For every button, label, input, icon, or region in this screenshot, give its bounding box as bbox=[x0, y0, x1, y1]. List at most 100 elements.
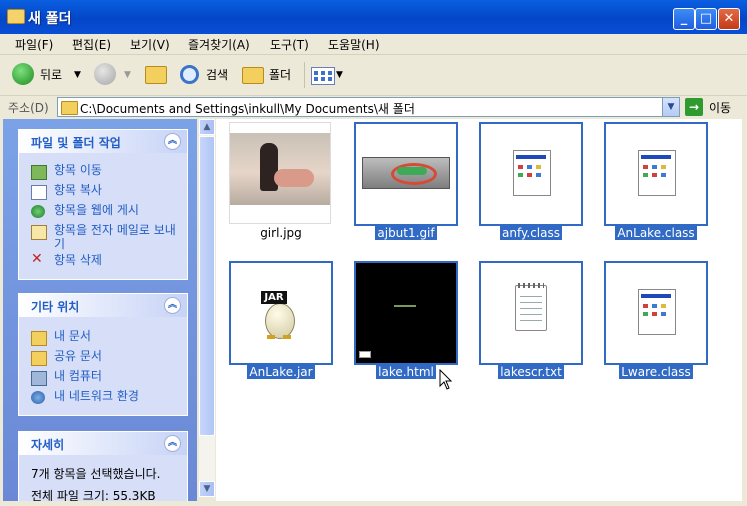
folders-button[interactable]: 폴더 bbox=[242, 62, 300, 88]
details-selected-text: 7개 항목을 선택했습니다. bbox=[31, 467, 161, 481]
forward-dropdown-icon[interactable]: ▼ bbox=[124, 62, 131, 88]
menu-edit[interactable]: 편집(E) bbox=[72, 36, 111, 53]
file-thumbnail bbox=[479, 122, 583, 226]
html-thumbnail-icon bbox=[394, 305, 416, 307]
place-label: 내 문서 bbox=[54, 329, 91, 343]
menu-view[interactable]: 보기(V) bbox=[130, 36, 170, 53]
minimize-button[interactable]: _ bbox=[673, 8, 695, 30]
scroll-thumb[interactable] bbox=[199, 136, 215, 436]
views-button[interactable]: ▼ bbox=[311, 62, 345, 88]
close-button[interactable]: ✕ bbox=[718, 8, 740, 30]
file-thumbnail bbox=[604, 122, 708, 226]
task-label: 항목 이동 bbox=[54, 163, 102, 177]
forward-button[interactable]: ▼ bbox=[94, 62, 134, 88]
folder-icon bbox=[31, 331, 47, 346]
jar-file-icon: JAR bbox=[259, 291, 299, 341]
details-total-size: 전체 파일 크기: 55.3KB bbox=[31, 489, 156, 501]
address-value: C:\Documents and Settings\inkull\My Docu… bbox=[80, 102, 415, 116]
go-arrow-icon[interactable]: → bbox=[685, 98, 703, 116]
maximize-button[interactable]: □ bbox=[695, 8, 717, 30]
file-folder-tasks-panel: 파일 및 폴더 작업 ︽ 항목 이동 항목 복사 항목을 웹에 게시 항목을 전… bbox=[18, 129, 188, 280]
file-item-lakescr-txt[interactable]: lakescr.txt bbox=[479, 261, 583, 379]
back-button-label: 뒤로 bbox=[40, 68, 63, 82]
panel-header[interactable]: 자세히 ︽ bbox=[19, 432, 187, 455]
class-file-icon bbox=[513, 150, 551, 196]
menu-favorites[interactable]: 즐겨찾기(A) bbox=[188, 36, 250, 53]
address-label: 주소(D) bbox=[8, 101, 49, 115]
file-thumbnail bbox=[354, 261, 458, 365]
file-item-lake-html[interactable]: lake.html bbox=[354, 261, 458, 379]
move-icon bbox=[31, 165, 47, 180]
gif-thumbnail-icon bbox=[362, 157, 450, 189]
file-item-lware-class[interactable]: Lware.class bbox=[604, 261, 708, 379]
collapse-chevron-icon[interactable]: ︽ bbox=[164, 435, 181, 452]
file-thumbnail bbox=[354, 122, 458, 226]
views-dropdown-icon: ▼ bbox=[336, 70, 343, 80]
maximize-icon: □ bbox=[699, 11, 713, 26]
window-title: 새 폴더 bbox=[28, 11, 72, 27]
panel-header[interactable]: 파일 및 폴더 작업 ︽ bbox=[19, 130, 187, 153]
views-icon bbox=[311, 67, 335, 85]
file-thumbnail bbox=[604, 261, 708, 365]
address-input[interactable]: C:\Documents and Settings\inkull\My Docu… bbox=[57, 97, 680, 117]
computer-icon bbox=[31, 371, 47, 386]
forward-arrow-icon bbox=[94, 63, 116, 85]
place-label: 내 컴퓨터 bbox=[54, 369, 102, 383]
file-label: anfy.class bbox=[500, 226, 562, 240]
vertical-scrollbar[interactable]: ▲ ▼ bbox=[199, 119, 215, 497]
mouse-pointer-icon bbox=[439, 369, 453, 390]
file-label: AnLake.class bbox=[615, 226, 697, 240]
task-label: 항목 삭제 bbox=[54, 253, 102, 267]
title-bar[interactable]: 새 폴더 _ □ ✕ bbox=[0, 0, 747, 34]
panel-header[interactable]: 기타 위치 ︽ bbox=[19, 294, 187, 317]
file-item-anlake-jar[interactable]: JAR AnLake.jar bbox=[229, 261, 333, 379]
go-button[interactable]: 이동 bbox=[709, 99, 731, 116]
jpg-thumbnail-icon bbox=[230, 133, 330, 205]
file-label: Lware.class bbox=[619, 365, 693, 379]
collapse-chevron-icon[interactable]: ︽ bbox=[164, 297, 181, 314]
address-dropdown-icon[interactable]: ▼ bbox=[662, 98, 679, 116]
task-label: 항목 복사 bbox=[54, 183, 102, 197]
search-button[interactable]: 검색 bbox=[178, 62, 236, 88]
search-icon bbox=[180, 65, 199, 84]
file-item-anfy-class[interactable]: anfy.class bbox=[479, 122, 583, 240]
collapse-chevron-icon[interactable]: ︽ bbox=[164, 133, 181, 150]
folder-icon bbox=[31, 351, 47, 366]
panel-title: 파일 및 폴더 작업 bbox=[31, 136, 121, 150]
text-file-icon bbox=[515, 283, 547, 331]
details-panel: 자세히 ︽ 7개 항목을 선택했습니다. 전체 파일 크기: 55.3KB bbox=[18, 431, 188, 501]
menu-bar: 파일(F) 편집(E) 보기(V) 즐겨찾기(A) 도구(T) 도움말(H) bbox=[0, 34, 747, 86]
delete-x-icon: ✕ bbox=[31, 251, 43, 267]
file-label: ajbut1.gif bbox=[375, 226, 437, 240]
other-places-panel: 기타 위치 ︽ 내 문서 공유 문서 내 컴퓨터 내 네트워크 환경 bbox=[18, 293, 188, 416]
close-icon: ✕ bbox=[723, 11, 735, 26]
explorer-window: 새 폴더 _ □ ✕ 파일(F) 편집(E) 보기(V) 즐겨찾기(A) 도구(… bbox=[0, 0, 747, 506]
email-icon bbox=[31, 225, 47, 240]
panel-title: 자세히 bbox=[31, 438, 65, 452]
menu-file[interactable]: 파일(F) bbox=[15, 36, 53, 53]
copy-icon bbox=[31, 185, 47, 200]
up-folder-button[interactable] bbox=[143, 62, 167, 88]
minimize-icon: _ bbox=[680, 11, 688, 26]
file-thumbnail bbox=[479, 261, 583, 365]
folders-button-label: 폴더 bbox=[269, 68, 292, 82]
scroll-up-icon[interactable]: ▲ bbox=[199, 119, 215, 135]
back-dropdown-icon[interactable]: ▼ bbox=[74, 62, 81, 88]
file-thumbnail bbox=[229, 122, 331, 224]
file-item-girl-jpg[interactable]: girl.jpg bbox=[229, 122, 333, 240]
file-item-ajbut1-gif[interactable]: ajbut1.gif bbox=[354, 122, 458, 240]
folder-icon bbox=[61, 101, 78, 115]
scroll-down-icon[interactable]: ▼ bbox=[199, 481, 215, 497]
file-thumbnail: JAR bbox=[229, 261, 333, 365]
file-label: lakescr.txt bbox=[498, 365, 564, 379]
back-arrow-icon bbox=[12, 63, 34, 85]
file-item-anlake-class[interactable]: AnLake.class bbox=[604, 122, 708, 240]
toolbar: 뒤로 ▼ ▼ 검색 폴더 ▼ bbox=[0, 55, 747, 96]
task-label: 항목을 전자 메일로 보내기 bbox=[54, 223, 176, 251]
place-label: 공유 문서 bbox=[54, 349, 102, 363]
task-pane: 파일 및 폴더 작업 ︽ 항목 이동 항목 복사 항목을 웹에 게시 항목을 전… bbox=[3, 119, 197, 501]
class-file-icon bbox=[638, 289, 676, 335]
back-button[interactable]: 뒤로 ▼ bbox=[12, 62, 84, 88]
menu-tools[interactable]: 도구(T) bbox=[270, 36, 309, 53]
menu-help[interactable]: 도움말(H) bbox=[328, 36, 380, 53]
